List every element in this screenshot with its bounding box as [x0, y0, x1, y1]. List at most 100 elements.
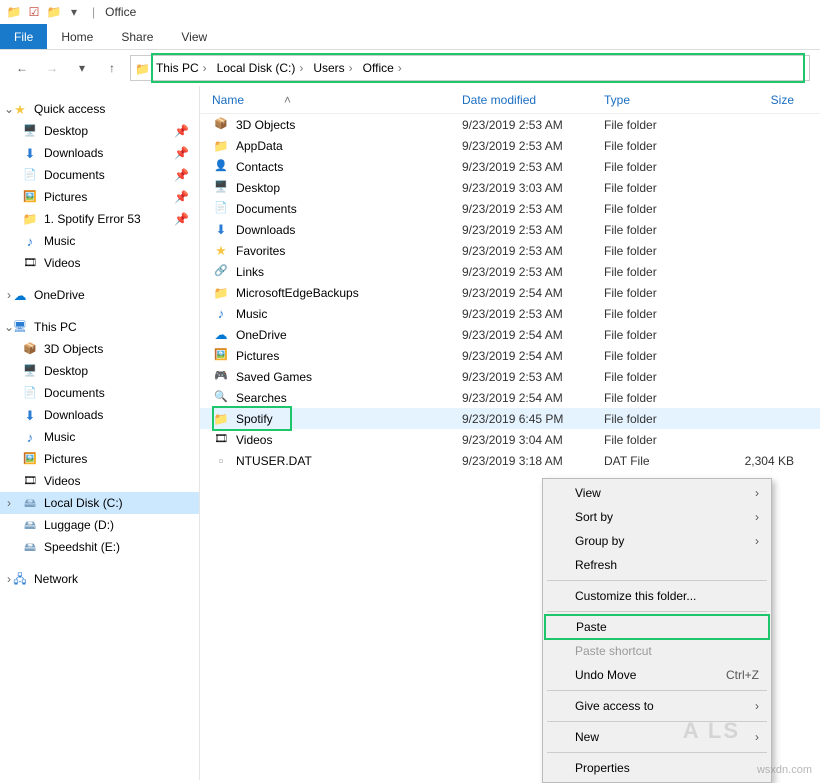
file-name: Documents	[236, 202, 462, 216]
file-row[interactable]: MicrosoftEdgeBackups9/23/2019 2:54 AMFil…	[200, 282, 820, 303]
sidebar-item[interactable]: Pictures	[0, 448, 199, 470]
cm-sort-by[interactable]: Sort by›	[545, 505, 769, 529]
sidebar-item[interactable]: Music	[0, 426, 199, 448]
music-icon	[212, 307, 230, 320]
column-type[interactable]: Type	[604, 93, 714, 107]
file-name: Searches	[236, 391, 462, 405]
file-name: Downloads	[236, 223, 462, 237]
cm-paste[interactable]: Paste	[544, 614, 770, 640]
file-row[interactable]: Spotify9/23/2019 6:45 PMFile folder	[200, 408, 820, 429]
sidebar-this-pc[interactable]: ⌄This PC	[0, 316, 199, 338]
sidebar-item[interactable]: Luggage (D:)	[0, 514, 199, 536]
crumb-local-disk[interactable]: Local Disk (C:)›	[213, 61, 308, 75]
nav-back-button[interactable]: ←	[10, 56, 34, 80]
file-row[interactable]: Desktop9/23/2019 3:03 AMFile folder	[200, 177, 820, 198]
qat-new-folder-icon[interactable]	[46, 4, 62, 20]
nav-recent-dropdown[interactable]: ▾	[70, 56, 94, 80]
tab-view[interactable]: View	[167, 24, 221, 49]
sidebar-item[interactable]: Documents📌	[0, 164, 199, 186]
sidebar-item[interactable]: 1. Spotify Error 53📌	[0, 208, 199, 230]
file-row[interactable]: Music9/23/2019 2:53 AMFile folder	[200, 303, 820, 324]
tab-file[interactable]: File	[0, 24, 47, 49]
file-type: File folder	[604, 202, 714, 216]
cm-separator	[547, 721, 767, 722]
crumb-users[interactable]: Users ›	[309, 61, 356, 75]
chevron-right-icon: ›	[349, 61, 353, 75]
sidebar-item[interactable]: Documents	[0, 382, 199, 404]
file-row[interactable]: Pictures9/23/2019 2:54 AMFile folder	[200, 345, 820, 366]
file-row[interactable]: Videos9/23/2019 3:04 AMFile folder	[200, 429, 820, 450]
tab-share[interactable]: Share	[107, 24, 167, 49]
sidebar-item[interactable]: Desktop📌	[0, 120, 199, 142]
file-row[interactable]: AppData9/23/2019 2:53 AMFile folder	[200, 135, 820, 156]
file-type: File folder	[604, 307, 714, 321]
file-row[interactable]: 3D Objects9/23/2019 2:53 AMFile folder	[200, 114, 820, 135]
file-row[interactable]: Searches9/23/2019 2:54 AMFile folder	[200, 387, 820, 408]
file-name: 3D Objects	[236, 118, 462, 132]
cm-label: Sort by	[575, 510, 613, 524]
sidebar-network[interactable]: ›Network	[0, 568, 199, 590]
desktop-icon	[212, 182, 230, 193]
file-row[interactable]: Favorites9/23/2019 2:53 AMFile folder	[200, 240, 820, 261]
file-date: 9/23/2019 2:54 AM	[462, 391, 604, 405]
sidebar-item[interactable]: ›Local Disk (C:)	[0, 492, 199, 514]
sidebar-item-label: Documents	[44, 386, 105, 400]
crumb-label: Users	[313, 61, 344, 75]
sidebar-item[interactable]: Downloads	[0, 404, 199, 426]
sidebar-item[interactable]: Music	[0, 230, 199, 252]
file-list[interactable]: 3D Objects9/23/2019 2:53 AMFile folderAp…	[200, 114, 820, 471]
cm-view[interactable]: View›	[545, 481, 769, 505]
crumb-office[interactable]: Office›	[359, 61, 406, 75]
cm-separator	[547, 611, 767, 612]
file-row[interactable]: Contacts9/23/2019 2:53 AMFile folder	[200, 156, 820, 177]
file-name: Music	[236, 307, 462, 321]
cm-separator	[547, 580, 767, 581]
file-name: NTUSER.DAT	[236, 454, 462, 468]
expand-icon: ›	[4, 288, 14, 302]
address-bar[interactable]: This PC› Local Disk (C:)› Users › Office›	[130, 55, 810, 81]
file-type: File folder	[604, 265, 714, 279]
sidebar-item[interactable]: 3D Objects	[0, 338, 199, 360]
nav-forward-button[interactable]: →	[40, 56, 64, 80]
cm-customize[interactable]: Customize this folder...	[545, 584, 769, 608]
cm-group-by[interactable]: Group by›	[545, 529, 769, 553]
file-row[interactable]: NTUSER.DAT9/23/2019 3:18 AMDAT File2,304…	[200, 450, 820, 471]
column-date[interactable]: Date modified	[462, 93, 604, 107]
cm-undo[interactable]: Undo MoveCtrl+Z	[545, 663, 769, 687]
column-size[interactable]: Size	[714, 93, 794, 107]
crumb-label: Local Disk (C:)	[217, 61, 296, 75]
crumb-this-pc[interactable]: This PC›	[152, 61, 211, 75]
nav-up-button[interactable]: ↑	[100, 56, 124, 80]
disk-icon	[22, 517, 38, 533]
sidebar-item[interactable]: Videos	[0, 252, 199, 274]
sidebar-item-label: Music	[44, 430, 75, 444]
column-name[interactable]: Name˄	[212, 93, 462, 107]
chevron-right-icon: ›	[755, 730, 759, 744]
file-row[interactable]: Links9/23/2019 2:53 AMFile folder	[200, 261, 820, 282]
file-row[interactable]: Downloads9/23/2019 2:53 AMFile folder	[200, 219, 820, 240]
sidebar-item[interactable]: Speedshit (E:)	[0, 536, 199, 558]
chevron-right-icon: ›	[755, 699, 759, 713]
file-name: MicrosoftEdgeBackups	[236, 286, 462, 300]
sidebar-item[interactable]: Pictures📌	[0, 186, 199, 208]
file-row[interactable]: Saved Games9/23/2019 2:53 AMFile folder	[200, 366, 820, 387]
sidebar-onedrive[interactable]: ›OneDrive	[0, 284, 199, 306]
sidebar-quick-access[interactable]: ⌄Quick access	[0, 98, 199, 120]
qat-properties-icon[interactable]: ☑	[26, 4, 42, 20]
tab-home[interactable]: Home	[47, 24, 107, 49]
file-row[interactable]: OneDrive9/23/2019 2:54 AMFile folder	[200, 324, 820, 345]
cm-give-access[interactable]: Give access to›	[545, 694, 769, 718]
file-row[interactable]: Documents9/23/2019 2:53 AMFile folder	[200, 198, 820, 219]
qat-dropdown-icon[interactable]: ▾	[66, 4, 82, 20]
cm-properties[interactable]: Properties	[545, 756, 769, 780]
download-icon	[22, 407, 38, 423]
pin-icon: 📌	[174, 146, 189, 160]
music-icon	[22, 233, 38, 249]
sidebar-item[interactable]: Desktop	[0, 360, 199, 382]
pic-icon	[212, 350, 230, 361]
sidebar-item-label: Desktop	[44, 364, 88, 378]
sidebar-item[interactable]: Downloads📌	[0, 142, 199, 164]
cm-refresh[interactable]: Refresh	[545, 553, 769, 577]
cm-new[interactable]: New›	[545, 725, 769, 749]
sidebar-item[interactable]: Videos	[0, 470, 199, 492]
